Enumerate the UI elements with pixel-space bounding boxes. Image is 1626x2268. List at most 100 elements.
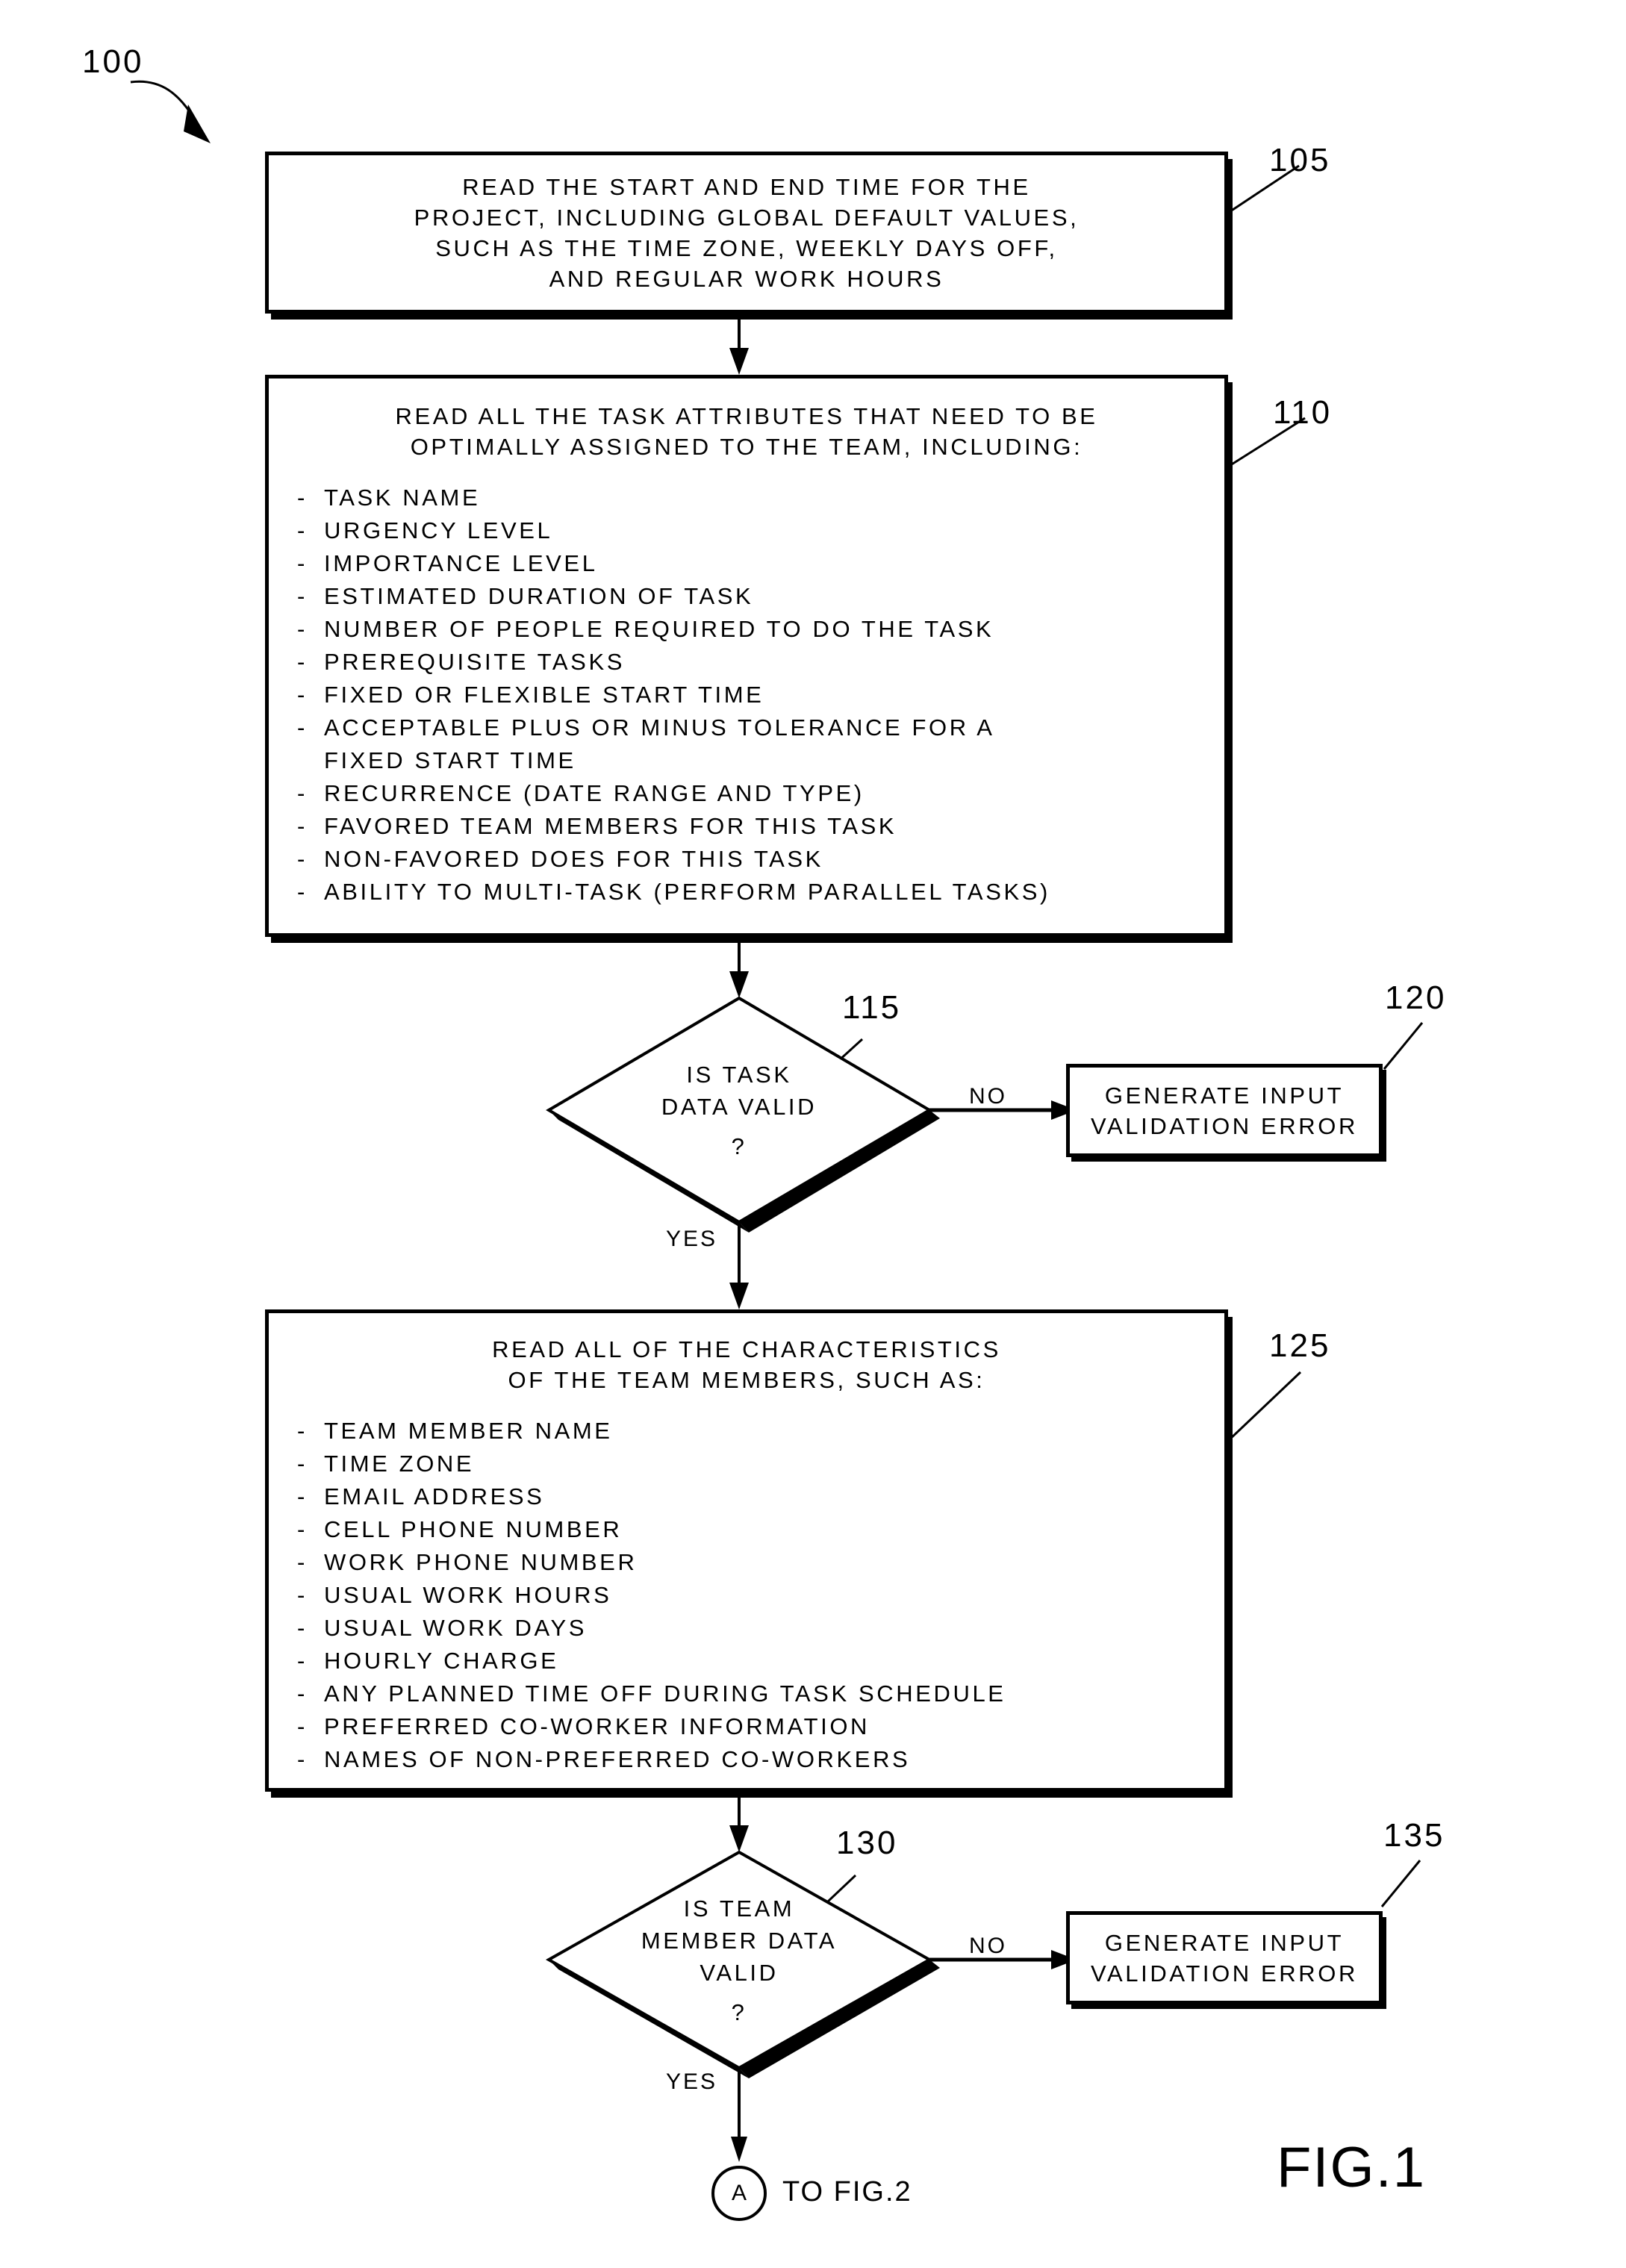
box-105-line-2: PROJECT, INCLUDING GLOBAL DEFAULT VALUES…	[414, 204, 1080, 231]
decision-130-question-mark: ?	[731, 1998, 747, 2025]
bullet-dash: -	[297, 550, 308, 576]
box-125-heading: READ ALL OF THE CHARACTERISTICS OF THE T…	[269, 1334, 1224, 1395]
list-item: - USUAL WORK DAYS	[297, 1612, 1224, 1645]
bullet-dash: -	[297, 714, 308, 741]
bullet-dash: -	[297, 485, 308, 511]
decision-130[interactable]: IS TEAM MEMBER DATA VALID ?	[549, 1852, 929, 2068]
figure-caption: FIG.1	[1277, 2136, 1427, 2199]
list-item-label: USUAL WORK HOURS	[324, 1582, 612, 1608]
bullet-dash: -	[297, 879, 308, 905]
box-105-text: READ THE START AND END TIME FOR THE PROJ…	[269, 172, 1224, 294]
bullet-dash: -	[297, 1451, 308, 1477]
list-item-label: HOURLY CHARGE	[324, 1648, 559, 1674]
list-item: - URGENCY LEVEL	[297, 514, 1224, 547]
bullet-dash: -	[297, 780, 308, 806]
list-item: - PREFERRED CO-WORKER INFORMATION	[297, 1710, 1224, 1743]
list-item-label: FAVORED TEAM MEMBERS FOR THIS TASK	[324, 813, 897, 839]
list-item-label: NON-FAVORED DOES FOR THIS TASK	[324, 846, 823, 872]
process-box-105[interactable]: READ THE START AND END TIME FOR THE PROJ…	[265, 152, 1228, 314]
reference-label-135: 135	[1383, 1817, 1445, 1854]
bullet-dash: -	[297, 649, 308, 675]
list-item-label: ACCEPTABLE PLUS OR MINUS TOLERANCE FOR A	[324, 714, 995, 741]
list-item: - RECURRENCE (DATE RANGE AND TYPE)	[297, 777, 1224, 810]
list-item-label: PREFERRED CO-WORKER INFORMATION	[324, 1713, 870, 1739]
list-item: - FIXED OR FLEXIBLE START TIME	[297, 679, 1224, 711]
edge-label-yes-130: YES	[666, 2069, 718, 2094]
bullet-dash: -	[297, 1648, 308, 1674]
box-125-heading-line-1: READ ALL OF THE CHARACTERISTICS	[492, 1336, 1001, 1362]
arrowhead-110-to-115	[729, 971, 749, 998]
decision-115-question-mark: ?	[731, 1133, 747, 1159]
bullet-dash: -	[297, 1615, 308, 1641]
offpage-connector-target-label: TO FIG.2	[782, 2176, 912, 2208]
edge-label-yes-115: YES	[666, 1227, 718, 1251]
reference-label-110: 110	[1273, 394, 1333, 431]
list-item-label: FIXED OR FLEXIBLE START TIME	[324, 682, 764, 708]
box-110-heading-line-1: READ ALL THE TASK ATTRIBUTES THAT NEED T…	[395, 403, 1098, 429]
arrowhead-125-to-130	[729, 1825, 749, 1852]
list-item-continuation: FIXED START TIME	[297, 744, 1224, 777]
bullet-dash: -	[297, 583, 308, 609]
process-box-110[interactable]: READ ALL THE TASK ATTRIBUTES THAT NEED T…	[265, 375, 1228, 937]
list-item: - IMPORTANCE LEVEL	[297, 547, 1224, 580]
decision-115[interactable]: IS TASK DATA VALID ?	[549, 998, 929, 1222]
list-item-label: ANY PLANNED TIME OFF DURING TASK SCHEDUL…	[324, 1680, 1006, 1707]
list-item-label: ABILITY TO MULTI-TASK (PERFORM PARALLEL …	[324, 879, 1050, 905]
bullet-dash: -	[297, 616, 308, 642]
list-item: - NUMBER OF PEOPLE REQUIRED TO DO THE TAS…	[297, 613, 1224, 646]
process-box-120[interactable]: GENERATE INPUT VALIDATION ERROR	[1066, 1064, 1383, 1157]
reference-label-115: 115	[842, 989, 902, 1026]
list-item: - TEAM MEMBER NAME	[297, 1415, 1224, 1448]
list-item: - NON-FAVORED DOES FOR THIS TASK	[297, 843, 1224, 876]
list-item-label: ESTIMATED DURATION OF TASK	[324, 583, 754, 609]
decision-115-text: IS TASK DATA VALID ?	[549, 998, 929, 1222]
box-120-line-1: GENERATE INPUT	[1104, 1082, 1345, 1109]
process-box-135[interactable]: GENERATE INPUT VALIDATION ERROR	[1066, 1911, 1383, 2004]
box-110-heading: READ ALL THE TASK ATTRIBUTES THAT NEED T…	[269, 401, 1224, 462]
list-item: - FAVORED TEAM MEMBERS FOR THIS TASK	[297, 810, 1224, 843]
list-item: - EMAIL ADDRESS	[297, 1480, 1224, 1513]
list-item-label: NUMBER OF PEOPLE REQUIRED TO DO THE TASK	[324, 616, 994, 642]
figure-leader-curve	[130, 80, 197, 122]
list-item: - WORK PHONE NUMBER	[297, 1546, 1224, 1579]
offpage-connector-letter[interactable]: A	[713, 2167, 765, 2219]
reference-label-105: 105	[1269, 142, 1331, 178]
list-item-label: CELL PHONE NUMBER	[324, 1516, 623, 1542]
decision-130-text: IS TEAM MEMBER DATA VALID ?	[549, 1852, 929, 2068]
list-item: - TASK NAME	[297, 482, 1224, 514]
bullet-dash: -	[297, 682, 308, 708]
decision-130-line-3: VALID	[700, 1959, 779, 1986]
list-item: - ACCEPTABLE PLUS OR MINUS TOLERANCE FOR …	[297, 711, 1224, 744]
decision-115-line-2: DATA VALID	[661, 1093, 817, 1120]
bullet-dash: -	[297, 1713, 308, 1739]
list-item: - CELL PHONE NUMBER	[297, 1513, 1224, 1546]
box-110-heading-line-2: OPTIMALLY ASSIGNED TO THE TEAM, INCLUDIN…	[410, 434, 1083, 460]
list-item-label: PREREQUISITE TASKS	[324, 649, 626, 675]
decision-115-line-1: IS TASK	[686, 1061, 792, 1088]
process-box-125[interactable]: READ ALL OF THE CHARACTERISTICS OF THE T…	[265, 1309, 1228, 1792]
bullet-dash: -	[297, 1516, 308, 1542]
bullet-dash: -	[297, 846, 308, 872]
arrowhead-130-yes	[731, 2137, 747, 2162]
leader-line-135	[1380, 1860, 1421, 1907]
box-105-line-3: SUCH AS THE TIME ZONE, WEEKLY DAYS OFF,	[435, 234, 1058, 261]
list-item: - NAMES OF NON-PREFERRED CO-WORKERS	[297, 1743, 1224, 1776]
box-135-text: GENERATE INPUT VALIDATION ERROR	[1070, 1928, 1379, 1989]
decision-130-line-1: IS TEAM	[683, 1895, 795, 1922]
bullet-dash: -	[297, 1680, 308, 1707]
list-item-label: IMPORTANCE LEVEL	[324, 550, 598, 576]
list-item-label: TASK NAME	[324, 485, 481, 511]
box-105-line-4: AND REGULAR WORK HOURS	[549, 265, 944, 292]
list-item-label: URGENCY LEVEL	[324, 517, 553, 543]
reference-label-125: 125	[1269, 1327, 1331, 1364]
arrowhead-105-to-110	[729, 348, 749, 375]
bullet-dash: -	[297, 1582, 308, 1608]
bullet-dash: -	[297, 813, 308, 839]
list-item-label: TIME ZONE	[324, 1451, 475, 1477]
list-item-label: EMAIL ADDRESS	[324, 1483, 545, 1510]
figure-leader-arrowhead	[184, 105, 211, 143]
reference-label-130: 130	[836, 1825, 898, 1861]
list-item: - ANY PLANNED TIME OFF DURING TASK SCHEDU…	[297, 1677, 1224, 1710]
arrowhead-115-yes	[729, 1283, 749, 1309]
list-item: - TIME ZONE	[297, 1448, 1224, 1480]
